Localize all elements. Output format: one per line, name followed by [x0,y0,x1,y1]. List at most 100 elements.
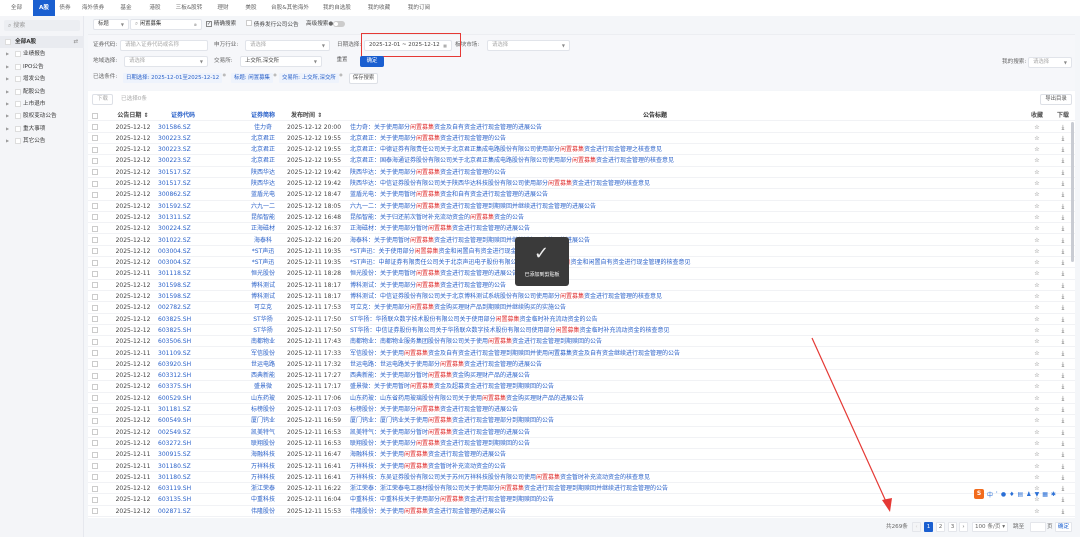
security-code-link[interactable]: 300915.SZ [158,449,208,460]
security-code-link[interactable]: 301517.SZ [158,178,208,189]
star-icon[interactable]: ☆ [1032,336,1042,347]
collapse-icon[interactable]: ⇄ [73,36,78,48]
exact-search-checkbox[interactable]: ✓ 精确搜索 [206,20,236,29]
code-input[interactable]: 请输入证券代码或名称 [120,40,208,51]
security-code-link[interactable]: 301181.SZ [158,404,208,415]
security-code-link[interactable]: 002549.SZ [158,427,208,438]
tab-0[interactable]: 全部 [0,0,33,16]
download-icon[interactable]: ⤓ [1057,427,1069,438]
security-code-link[interactable]: 002782.SZ [158,302,208,313]
download-icon[interactable]: ⤓ [1057,314,1069,325]
announcement-title-link[interactable]: 山东药玻：山东省药用玻璃股份有限公司关于使用闲置募集资金购买理财产品的进展公告 [350,393,1010,404]
security-code-link[interactable]: 301180.SZ [158,461,208,472]
confirm-button[interactable]: 确定 [360,56,384,67]
download-icon[interactable]: ⤓ [1057,257,1069,268]
download-icon[interactable]: ⤓ [1057,393,1069,404]
download-icon[interactable]: ⤓ [1057,415,1069,426]
security-name-link[interactable]: 可立克 [234,302,292,313]
security-name-link[interactable]: 标榜股份 [234,404,292,415]
download-icon[interactable]: ⤓ [1057,404,1069,415]
row-checkbox[interactable] [92,223,99,234]
security-name-link[interactable]: 恒光股份 [234,268,292,279]
security-code-link[interactable]: 301022.SZ [158,235,208,246]
star-icon[interactable]: ☆ [1032,325,1042,336]
security-name-link[interactable]: 北京君正 [234,133,292,144]
emoji-icon[interactable]: ● [1001,491,1006,498]
star-icon[interactable]: ☆ [1032,302,1042,313]
chip-exchange[interactable]: 交易所: 上交所,深交所 ● [279,72,343,83]
star-icon[interactable]: ☆ [1032,133,1042,144]
sidebar-item[interactable]: ▶ 增发公告 [0,73,84,85]
row-checkbox[interactable] [92,189,99,200]
row-checkbox[interactable] [92,438,99,449]
star-icon[interactable]: ☆ [1032,291,1042,302]
expand-arrow-icon[interactable]: ▶ [6,135,9,147]
download-icon[interactable]: ⤓ [1057,370,1069,381]
announcement-title-link[interactable]: 昆船智能：关于归还前次暂时补充流动资金的闲置募集资金的公告 [350,212,1010,223]
download-icon[interactable]: ⤓ [1057,438,1069,449]
announcement-title-link[interactable]: 标榜股份：关于使用部分闲置募集资金进行现金管理的进展公告 [350,404,1010,415]
row-checkbox[interactable] [92,212,99,223]
row-checkbox[interactable] [92,415,99,426]
security-code-link[interactable]: 603825.SH [158,314,208,325]
security-name-link[interactable]: 北京君正 [234,155,292,166]
star-icon[interactable]: ☆ [1032,359,1042,370]
expand-arrow-icon[interactable]: ▶ [6,110,9,122]
download-icon[interactable]: ⤓ [1057,178,1069,189]
download-icon[interactable]: ⤓ [1057,133,1069,144]
industry-select[interactable]: 请选择 ▼ [245,40,330,51]
star-icon[interactable]: ☆ [1032,461,1042,472]
download-icon[interactable]: ⤓ [1057,201,1069,212]
download-icon[interactable]: ⤓ [1057,246,1069,257]
announcement-title-link[interactable]: ST华扬：中信证券股份有限公司关于华扬联众数字技术股份有限公司使用部分闲置募集资… [350,325,1010,336]
security-name-link[interactable]: ST华扬 [234,314,292,325]
tab-8[interactable]: 美股 [237,0,265,16]
tab-1[interactable]: A股 [33,0,55,16]
security-code-link[interactable]: 603506.SH [158,336,208,347]
page-button[interactable]: 3 [948,522,957,532]
clear-icon[interactable]: ⊗ [194,20,197,29]
announcement-title-link[interactable]: 蓝盾光电：关于使用暂时闲置募集资金和自有资金进行现金管理的进展公告 [350,189,1010,200]
row-checkbox[interactable] [92,133,99,144]
download-icon[interactable]: ⤓ [1057,189,1069,200]
row-checkbox[interactable] [92,483,99,494]
star-icon[interactable]: ☆ [1032,246,1042,257]
row-checkbox[interactable] [92,201,99,212]
row-checkbox[interactable] [92,167,99,178]
row-checkbox[interactable] [92,348,99,359]
row-checkbox[interactable] [92,280,99,291]
security-name-link[interactable]: 南都物业 [234,336,292,347]
user-icon[interactable]: ♟ [1026,491,1031,498]
announcement-title-link[interactable]: 军信股份：关于使用闲置募集资金及自有资金进行现金管理到期赎回并使用闲置募集资金及… [350,348,1010,359]
toggle-switch[interactable] [333,20,346,27]
announcement-title-link[interactable]: 北京君正：中德证券有限责任公司关于北京君正集成电路股份有限公司使用部分闲置募集资… [350,144,1010,155]
download-icon[interactable]: ⤓ [1057,348,1069,359]
security-code-link[interactable]: 301517.SZ [158,167,208,178]
tab-12[interactable]: 我的订阅 [399,0,439,16]
tab-5[interactable]: 港股 [141,0,169,16]
security-name-link[interactable]: 海泰科 [234,235,292,246]
row-checkbox[interactable] [92,122,99,133]
download-icon[interactable]: ⤓ [1057,506,1069,517]
announcement-title-link[interactable]: 厦门钨业：厦门钨业关于使用闲置募集资金进行现金管理部分到期赎回的公告 [350,415,1010,426]
announcement-title-link[interactable]: 六九一二：关于使用部分闲置募集资金进行现金管理到期赎回并继续进行现金管理的进展公… [350,201,1010,212]
announcement-title-link[interactable]: *ST声迅：关于使用部分闲置募集资金和闲置自有资金进行现金管理的公告 [350,246,1010,257]
expand-arrow-icon[interactable]: ▶ [6,98,9,110]
security-name-link[interactable]: *ST声迅 [234,246,292,257]
row-checkbox[interactable] [92,291,99,302]
search-field-select[interactable]: 标题 ▼ [93,19,129,30]
star-icon[interactable]: ☆ [1032,381,1042,392]
announcement-title-link[interactable]: 博科测试：关于使用部分闲置募集资金进行现金管理的公告 [350,280,1010,291]
expand-arrow-icon[interactable]: ▶ [6,86,9,98]
close-icon[interactable]: ● [339,70,343,80]
security-code-link[interactable]: 603920.SH [158,359,208,370]
row-checkbox[interactable] [92,404,99,415]
security-code-link[interactable]: 603375.SH [158,381,208,392]
announcement-title-link[interactable]: 正海磁材：关于使用部分暂时闲置募集资金进行现金管理的进展公告 [350,223,1010,234]
star-icon[interactable]: ☆ [1032,257,1042,268]
announcement-title-link[interactable]: 可立克：关于使用部分闲置募集资金购买理财产品到期赎回并继续购买的实施公告 [350,302,1010,313]
security-code-link[interactable]: 600549.SH [158,415,208,426]
download-icon[interactable]: ⤓ [1057,325,1069,336]
row-checkbox[interactable] [92,472,99,483]
security-name-link[interactable]: 联翔股份 [234,438,292,449]
